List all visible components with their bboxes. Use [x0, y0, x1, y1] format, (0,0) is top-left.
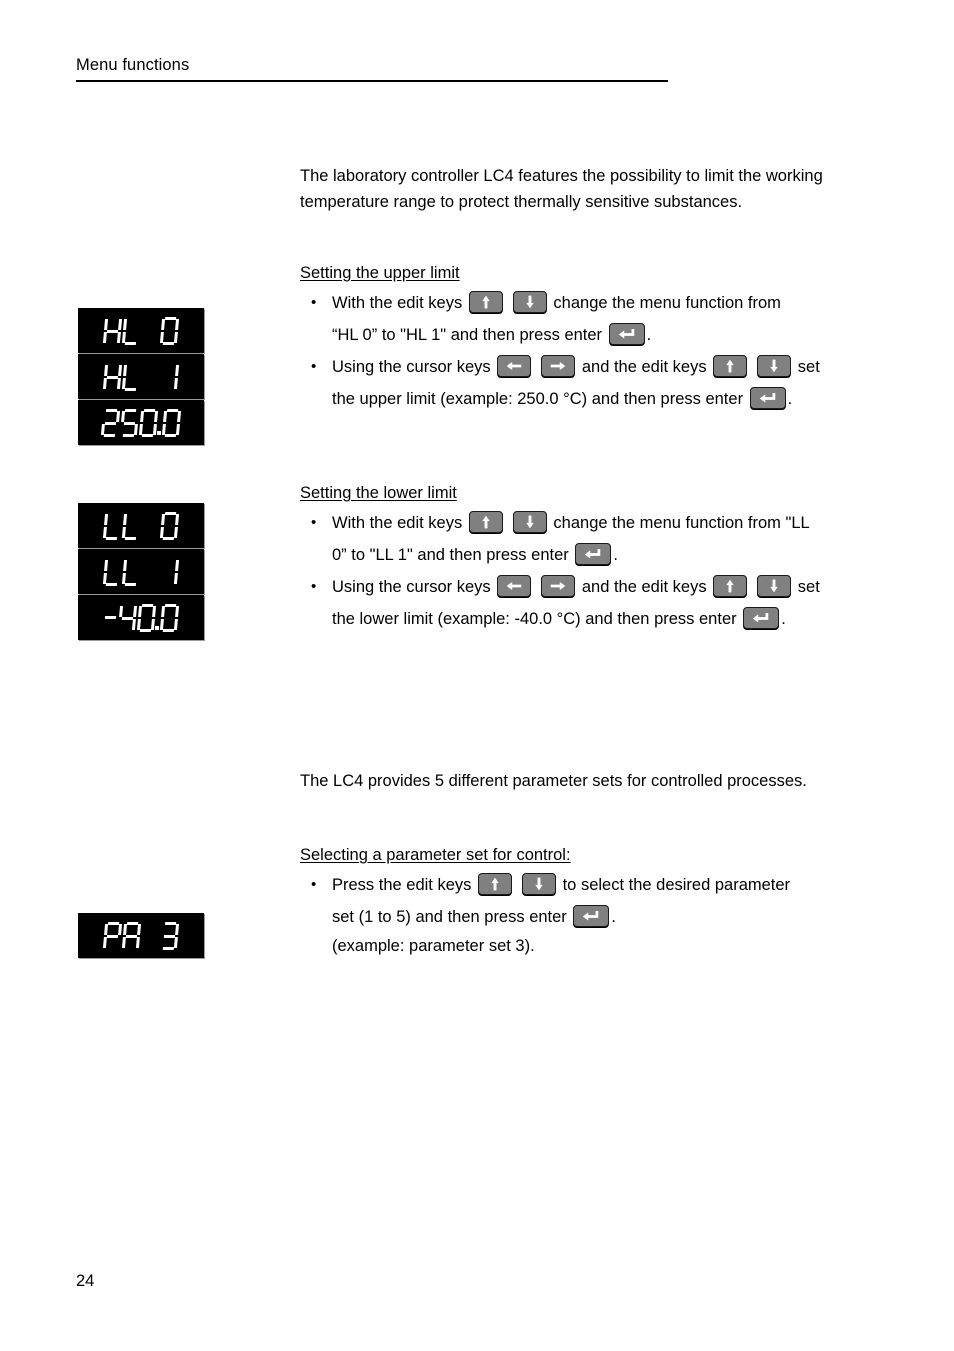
enter-key-icon[interactable] [608, 322, 645, 345]
step-text: . [611, 907, 616, 926]
step-text: to select the desired parameter [562, 875, 791, 894]
enter-key-icon[interactable] [749, 386, 786, 409]
edit-key-up-icon[interactable] [478, 872, 512, 895]
led-display-group-parameter-set [78, 913, 204, 959]
edit-key-up-icon[interactable] [468, 510, 503, 533]
page-header: Menu functions [76, 54, 668, 82]
intro-paragraph: The laboratory controller LC4 features t… [300, 167, 823, 211]
step-text: the lower limit (example: -40.0 °C) and … [332, 609, 737, 628]
step-text: 0” to "LL 1" and then press enter [332, 545, 569, 564]
led-display-pa-3 [78, 913, 204, 958]
led-segments-pa-3 [102, 921, 180, 950]
step-text: the upper limit (example: 250.0 °C) and … [332, 389, 744, 408]
cursor-key-left-icon[interactable] [497, 354, 532, 377]
parameter-sets-steps: Press the edit keys to select the desire… [300, 869, 900, 959]
step-text: With the edit keys [332, 293, 463, 312]
edit-key-down-icon[interactable] [757, 354, 792, 377]
led-display-group-upper-limit [78, 308, 204, 446]
step-text: . [787, 389, 793, 408]
list-item: Using the cursor keys and the edit keys … [300, 351, 900, 415]
step-text: Press the edit keys [332, 875, 472, 894]
step-text: Using the cursor keys [332, 357, 491, 376]
edit-key-down-icon[interactable] [512, 510, 547, 533]
list-item: Press the edit keys to select the desire… [300, 869, 900, 959]
step-text: With the edit keys [332, 513, 463, 532]
list-item: With the edit keys change the menu funct… [300, 287, 900, 351]
led-segments-hl-0 [102, 316, 180, 345]
led-segments-250-0 [100, 408, 182, 437]
parameter-sets-paragraph: The LC4 provides 5 different parameter s… [300, 772, 807, 790]
step-text: set (1 to 5) and then press enter [332, 907, 567, 926]
edit-key-down-icon[interactable] [757, 574, 792, 597]
led-display-value-250-0 [78, 400, 204, 445]
step-text: and the edit keys [581, 577, 707, 596]
intro-section: The laboratory controller LC4 features t… [300, 164, 900, 215]
led-display-ll-0 [78, 503, 204, 548]
edit-key-up-icon[interactable] [713, 354, 748, 377]
list-item: Using the cursor keys and the edit keys … [300, 571, 900, 635]
page-title: Menu functions [76, 56, 190, 74]
upper-limit-subhead: Setting the upper limit [300, 264, 460, 282]
led-segments-hl-1 [102, 363, 180, 391]
header-divider [76, 80, 668, 82]
edit-key-down-icon[interactable] [512, 290, 547, 313]
step-text: set [797, 357, 820, 376]
enter-key-icon[interactable] [575, 542, 612, 565]
upper-limit-steps: With the edit keys change the menu funct… [300, 287, 900, 415]
led-display-group-lower-limit [78, 503, 204, 641]
parameter-sets-intro: The LC4 provides 5 different parameter s… [300, 769, 900, 795]
step-text: . [646, 325, 652, 344]
parameter-sets-subhead: Selecting a parameter set for control: [300, 846, 571, 864]
cursor-key-right-icon[interactable] [541, 574, 576, 597]
parameter-sets-section: Selecting a parameter set for control: P… [300, 843, 900, 959]
step-text: and the edit keys [581, 357, 707, 376]
lower-limit-section: Setting the lower limit With the edit ke… [300, 481, 900, 635]
list-item: With the edit keys change the menu funct… [300, 507, 900, 571]
upper-limit-section: Setting the upper limit With the edit ke… [300, 261, 900, 415]
step-text: change the menu function from "LL [553, 513, 810, 532]
step-text: Using the cursor keys [332, 577, 491, 596]
lower-limit-steps: With the edit keys change the menu funct… [300, 507, 900, 635]
step-text: set [797, 577, 820, 596]
enter-key-icon[interactable] [743, 606, 780, 629]
step-text: . [781, 609, 786, 628]
edit-key-down-icon[interactable] [522, 872, 556, 895]
step-text-example: (example: parameter set 3). [332, 936, 535, 955]
page-number: 24 [76, 1272, 95, 1290]
step-text: . [613, 545, 618, 564]
edit-key-up-icon[interactable] [713, 574, 748, 597]
led-segments-minus-40-0 [103, 603, 180, 632]
lower-limit-subhead: Setting the lower limit [300, 484, 457, 502]
step-text: change the menu function from [553, 293, 781, 312]
led-display-hl-0 [78, 308, 204, 353]
led-display-value-minus-40-0 [78, 595, 204, 640]
led-display-hl-1 [78, 354, 204, 399]
cursor-key-right-icon[interactable] [541, 354, 576, 377]
step-text: “HL 0” to "HL 1" and then press enter [332, 325, 603, 344]
edit-key-up-icon[interactable] [468, 290, 503, 313]
led-segments-ll-0 [102, 511, 180, 540]
cursor-key-left-icon[interactable] [497, 574, 532, 597]
enter-key-icon[interactable] [573, 904, 610, 927]
led-display-ll-1 [78, 549, 204, 594]
led-segments-ll-1 [102, 558, 180, 586]
